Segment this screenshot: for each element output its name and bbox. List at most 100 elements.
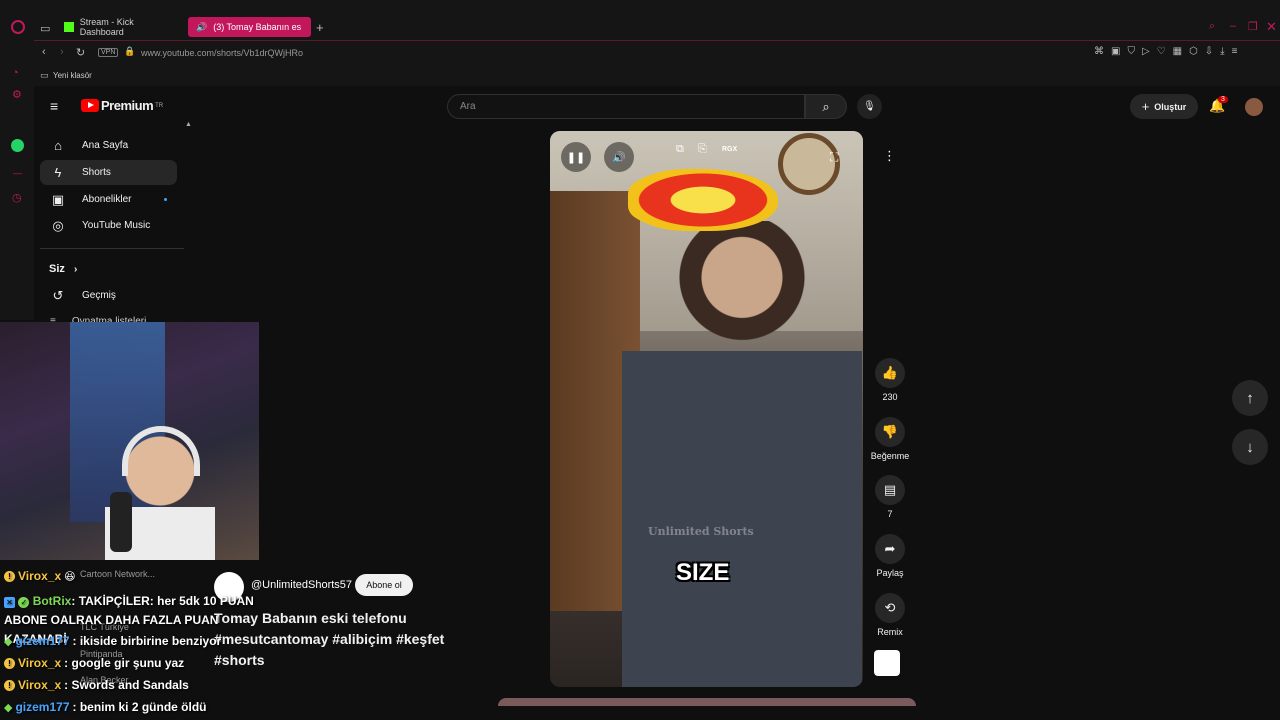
sidebar-item-history[interactable]: ↺ Geçmiş [40,283,177,308]
tab-kick-dashboard[interactable]: Stream - Kick Dashboard [56,17,186,37]
like-button[interactable]: 👍 230 [870,358,910,402]
mute-button[interactable]: 🔊 [604,142,634,172]
chat-message: ! Virox_x 😆 [4,569,76,583]
search-tabs-icon[interactable]: ⌕ [1209,20,1215,33]
workspaces-icon[interactable]: ▭ [40,22,50,35]
bookmark-folder[interactable]: Yeni klasör [53,71,92,80]
home-icon: ⌂ [54,138,62,153]
sidebar-item-shorts[interactable]: ϟ Shorts [40,160,177,185]
chat-message: ! Virox_x: google gir şunu yaz [4,656,184,670]
diamond-badge-icon: ◆ [4,635,13,648]
sidebar-item-home[interactable]: ⌂ Ana Sayfa [40,133,177,158]
cast-icon[interactable]: ⎘ [698,143,707,156]
arrow-up-icon: ↑ [1246,389,1254,407]
extensions-toolbar[interactable]: ⌘▣⛉▷♡▦⬡⇩⤓≡ [1094,46,1244,57]
sidebar-section-you[interactable]: Siz › [49,263,77,275]
reload-icon[interactable]: ↻ [76,46,85,59]
mod-badge-icon: ✕ [4,597,15,608]
youtube-play-icon [81,99,99,112]
voice-search-button[interactable]: 🎙 [857,94,882,119]
bookmarks-bar: ▭ Yeni klasör [34,66,1280,86]
plus-icon: + [1141,99,1150,114]
clock-icon[interactable]: ◷ [12,191,22,204]
address-bar: ‹ › ↻ VPN 🔒 www.youtube.com/shorts/Vb1dr… [34,40,1280,66]
next-short-button[interactable]: ↓ [1232,429,1268,465]
search-icon: ⌕ [822,98,830,114]
aria-icon[interactable]: ◔ [12,67,19,79]
pause-button[interactable]: ❚❚ [561,142,591,172]
shorts-icon: ϟ [54,165,62,180]
pause-icon: ❚❚ [566,151,586,164]
chevron-right-icon: › [73,264,78,275]
bot-icon[interactable]: ⚙ [12,88,22,101]
fullscreen-icon[interactable]: ⛶ [830,150,838,165]
video-watermark: Unlimited Shorts [648,525,754,538]
pip-icon[interactable]: ⧉ [676,143,684,156]
sidebar-divider [40,248,184,249]
chat-message: ! Virox_x: Swords and Sandals [4,678,189,692]
hamburger-menu-icon[interactable]: ≡ [50,98,58,114]
search-input[interactable]: Ara [447,94,805,119]
minimize-icon[interactable]: – [1230,20,1236,32]
opera-logo-icon[interactable] [11,20,25,34]
subscriptions-icon: ▣ [51,191,65,207]
verified-badge-icon: ✓ [18,597,30,608]
sidebar-scroll-up-icon[interactable]: ▲ [185,121,192,128]
emote-icon: 😆 [64,570,76,583]
share-icon: ➦ [884,541,896,556]
person-image [622,221,862,687]
rgx-label[interactable]: RGX [722,146,737,153]
video-subtitle: SIZE [676,559,730,586]
new-tab-button[interactable]: + [316,20,324,35]
webcam-overlay [0,322,259,560]
more-options-icon[interactable]: ⋮ [883,148,896,164]
restore-icon[interactable]: ❐ [1248,20,1258,33]
shorts-video-player[interactable]: ❚❚ 🔊 ⧉ ⎘ RGX ⛶ Unlimited Shorts SIZE [550,131,863,687]
thumbs-up-icon: 👍 [881,365,899,380]
channel-thumbnail[interactable] [874,650,900,676]
close-icon[interactable]: ✕ [1266,19,1277,35]
channel-name[interactable]: @UnlimitedShorts57 [251,579,352,591]
vpn-badge[interactable]: VPN [98,48,119,57]
subscribe-button[interactable]: Abone ol [355,574,413,596]
chat-message: ◆ gizem177: benim ki 2 günde öldü [4,700,207,714]
speaker-icon: 🔊 [196,22,208,32]
mic-icon: 🎙 [863,101,876,112]
search-button[interactable]: ⌕ [805,94,847,119]
dislike-button[interactable]: 👎 Beğenme [870,417,910,461]
warning-badge-icon: ! [4,570,15,582]
new-content-dot [164,198,167,201]
thumbs-down-icon: 👎 [881,424,899,439]
microphone-image [110,492,132,552]
warning-badge-icon: ! [4,657,15,669]
diamond-badge-icon: ◆ [4,701,13,714]
flame-sticker-image [628,169,778,231]
remix-icon: ⟲ [884,600,896,615]
warning-badge-icon: ! [4,679,15,691]
previous-short-button[interactable]: ↑ [1232,380,1268,416]
whatsapp-icon[interactable] [11,139,24,152]
opera-sidebar: ◔ ⚙ — ◷ [0,40,34,320]
forward-icon[interactable]: › [60,46,64,58]
sidebar-item-subscriptions[interactable]: ▣ Abonelikler [40,187,177,212]
kick-logo-icon [64,22,74,32]
comments-button[interactable]: ▤ 7 [870,475,910,519]
create-button[interactable]: + Oluştur [1130,94,1198,119]
share-button[interactable]: ➦ Paylaş [870,534,910,578]
url-field[interactable]: www.youtube.com/shorts/Vb1drQWjHRo [141,48,303,58]
notification-count-badge: 3 [1218,96,1228,103]
comment-icon: ▤ [883,482,897,497]
browser-tab-bar: ▭ Stream - Kick Dashboard 🔊 (3) Tomay Ba… [0,0,1280,40]
tab-youtube-short[interactable]: 🔊 (3) Tomay Babanın es [188,17,311,37]
sidebar-item-youtube-music[interactable]: ◎ YouTube Music [40,213,177,238]
youtube-logo[interactable]: Premium TR [81,98,163,113]
music-icon: ◎ [52,217,64,233]
avatar[interactable] [1245,98,1263,116]
history-icon: ↺ [52,287,64,303]
divider-icon: — [13,168,22,178]
next-short-preview[interactable] [498,698,916,706]
remix-button[interactable]: ⟲ Remix [870,593,910,637]
chat-message: ◆ gizem177: ikiside birbirine benziyor [4,634,222,648]
back-icon[interactable]: ‹ [42,46,46,58]
volume-icon: 🔊 [612,151,626,164]
